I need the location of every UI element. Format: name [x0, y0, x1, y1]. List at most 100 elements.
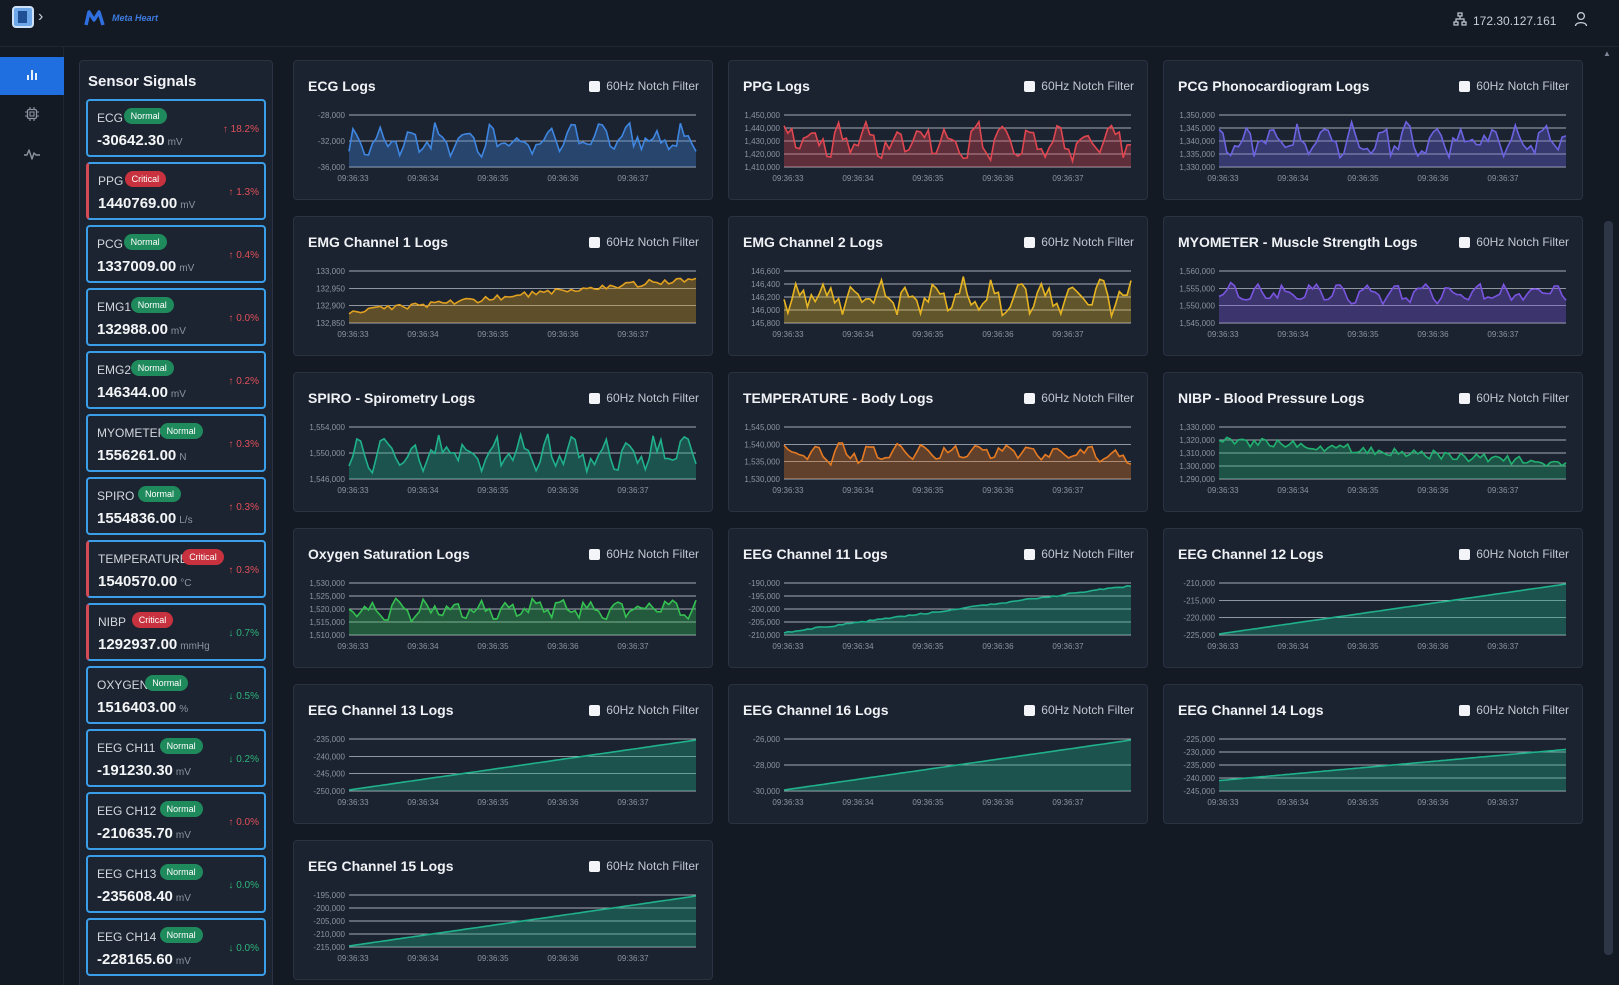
notch-filter-toggle[interactable]: 60Hz Notch Filter [589, 391, 699, 405]
y-tick-label: -210,000 [313, 930, 345, 939]
nav-signals[interactable] [0, 137, 64, 175]
x-tick-label: 09:36:36 [982, 330, 1014, 339]
chart-title: EEG Channel 11 Logs [743, 546, 888, 562]
sensor-value: -235608.40 [97, 888, 173, 905]
notch-filter-checkbox[interactable] [1024, 236, 1036, 248]
sensor-card[interactable]: EEG CH11 Normal -191230.30 mV ↓ 0.2% [86, 729, 266, 787]
sensor-card[interactable]: PCG Normal 1337009.00 mV ↑ 0.4% [86, 225, 266, 283]
notch-filter-checkbox[interactable] [589, 548, 601, 560]
sensor-card[interactable]: EEG CH12 Normal -210635.70 mV ↑ 0.0% [86, 792, 266, 850]
sensor-name: PPG [98, 174, 124, 188]
x-tick-label: 09:36:34 [407, 330, 439, 339]
x-tick-label: 09:36:35 [912, 330, 944, 339]
sensor-delta: ↓ 0.7% [228, 628, 259, 639]
app-logo-icon[interactable] [12, 6, 34, 28]
user-icon[interactable] [1574, 11, 1588, 32]
notch-filter-toggle[interactable]: 60Hz Notch Filter [589, 703, 699, 717]
x-tick-label: 09:36:37 [617, 330, 649, 339]
sensor-card[interactable]: MYOMETER Normal 1556261.00 N ↑ 0.3% [86, 414, 266, 472]
x-tick-label: 09:36:33 [337, 174, 369, 183]
sensor-value-row: 1556261.00 N [97, 447, 186, 464]
notch-filter-toggle[interactable]: 60Hz Notch Filter [1459, 547, 1569, 561]
notch-filter-checkbox[interactable] [589, 704, 601, 716]
scroll-thumb[interactable] [1604, 221, 1613, 955]
notch-filter-checkbox[interactable] [1459, 548, 1471, 560]
notch-filter-toggle[interactable]: 60Hz Notch Filter [1459, 235, 1569, 249]
notch-filter-checkbox[interactable] [589, 392, 601, 404]
chart-card: EEG Channel 13 Logs 60Hz Notch Filter -235… [293, 684, 713, 824]
brand-logo[interactable]: Meta Heart [84, 9, 158, 27]
notch-filter-toggle[interactable]: 60Hz Notch Filter [1024, 235, 1134, 249]
chart-title: SPIRO - Spirometry Logs [308, 390, 476, 406]
sensor-unit: mV [170, 326, 186, 337]
nav-devices[interactable] [0, 97, 64, 135]
notch-filter-label: 60Hz Notch Filter [1476, 79, 1569, 93]
y-tick-label: 1,520,000 [309, 605, 345, 614]
chevron-right-icon[interactable]: › [38, 8, 43, 26]
notch-filter-toggle[interactable]: 60Hz Notch Filter [1024, 703, 1134, 717]
chart-title: PPG Logs [743, 78, 810, 94]
sensor-value-row: -228165.60 mV [97, 951, 191, 968]
y-tick-label: 1,320,000 [1179, 436, 1215, 445]
y-tick-label: -205,000 [313, 917, 345, 926]
scroll-up-icon[interactable]: ▲ [1603, 49, 1611, 58]
sensor-card[interactable]: ECG Normal -30642.30 mV ↑ 18.2% [86, 99, 266, 157]
x-tick-label: 09:36:33 [337, 486, 369, 495]
y-tick-label: -26,000 [753, 735, 781, 744]
notch-filter-toggle[interactable]: 60Hz Notch Filter [1459, 79, 1569, 93]
nav-dashboard[interactable] [0, 57, 64, 95]
sensor-card[interactable]: TEMPERATURE Critical 1540570.00 °C ↑ 0.3% [86, 540, 266, 598]
notch-filter-toggle[interactable]: 60Hz Notch Filter [1024, 547, 1134, 561]
x-tick-label: 09:36:36 [547, 174, 579, 183]
notch-filter-checkbox[interactable] [1024, 80, 1036, 92]
notch-filter-toggle[interactable]: 60Hz Notch Filter [589, 79, 699, 93]
sensor-delta-value: 0.2% [236, 376, 259, 387]
notch-filter-checkbox[interactable] [1459, 80, 1471, 92]
notch-filter-checkbox[interactable] [1459, 236, 1471, 248]
y-tick-label: 1,510,000 [309, 631, 345, 640]
notch-filter-toggle[interactable]: 60Hz Notch Filter [1024, 79, 1134, 93]
sensor-card[interactable]: EEG CH13 Normal -235608.40 mV ↓ 0.0% [86, 855, 266, 913]
x-tick-label: 09:36:37 [1487, 642, 1519, 651]
notch-filter-checkbox[interactable] [1459, 704, 1471, 716]
sensor-card[interactable]: EMG2 Normal 146344.00 mV ↑ 0.2% [86, 351, 266, 409]
sensor-delta: ↑ 0.3% [228, 502, 259, 513]
y-tick-label: 146,200 [751, 293, 780, 302]
sensor-card[interactable]: EMG1 Normal 132988.00 mV ↑ 0.0% [86, 288, 266, 346]
notch-filter-toggle[interactable]: 60Hz Notch Filter [1459, 703, 1569, 717]
notch-filter-toggle[interactable]: 60Hz Notch Filter [589, 235, 699, 249]
sensor-value-row: 1292937.00 mmHg [98, 636, 210, 653]
x-tick-label: 09:36:34 [1277, 330, 1309, 339]
y-tick-label: -195,000 [748, 592, 780, 601]
sensor-card[interactable]: EEG CH14 Normal -228165.60 mV ↓ 0.0% [86, 918, 266, 976]
sensor-delta: ↑ 1.3% [228, 187, 259, 198]
status-badge: Critical [124, 171, 167, 187]
notch-filter-checkbox[interactable] [1459, 392, 1471, 404]
y-tick-label: 145,800 [751, 319, 780, 328]
sensor-card[interactable]: OXYGEN Normal 1516403.00% ↓ 0.5% [86, 666, 266, 724]
x-tick-label: 09:36:34 [407, 954, 439, 963]
y-tick-label: 132,900 [316, 302, 345, 311]
notch-filter-toggle[interactable]: 60Hz Notch Filter [589, 547, 699, 561]
x-tick-label: 09:36:34 [842, 330, 874, 339]
notch-filter-checkbox[interactable] [589, 236, 601, 248]
notch-filter-checkbox[interactable] [1024, 548, 1036, 560]
notch-filter-checkbox[interactable] [1024, 704, 1036, 716]
x-tick-label: 09:36:35 [477, 330, 509, 339]
notch-filter-toggle[interactable]: 60Hz Notch Filter [1459, 391, 1569, 405]
sensor-value: 1292937.00 [98, 636, 178, 653]
sensor-card[interactable]: SPIRO Normal 1554836.00 L/s ↑ 0.3% [86, 477, 266, 535]
sensor-card[interactable]: NIBP Critical 1292937.00 mmHg ↓ 0.7% [86, 603, 266, 661]
notch-filter-checkbox[interactable] [589, 80, 601, 92]
x-tick-label: 09:36:34 [407, 486, 439, 495]
chart-title: EEG Channel 14 Logs [1178, 702, 1324, 718]
chart-card: ECG Logs 60Hz Notch Filter -28,000 -32,000-… [293, 60, 713, 200]
page-scrollbar[interactable]: ▲ [1602, 47, 1614, 985]
status-badge: Normal [159, 738, 203, 754]
notch-filter-toggle[interactable]: 60Hz Notch Filter [1024, 391, 1134, 405]
sensor-card[interactable]: PPG Critical 1440769.00 mV ↑ 1.3% [86, 162, 266, 220]
notch-filter-checkbox[interactable] [589, 860, 601, 872]
chart-card: EEG Channel 16 Logs 60Hz Notch Filter -26,… [728, 684, 1148, 824]
notch-filter-checkbox[interactable] [1024, 392, 1036, 404]
notch-filter-toggle[interactable]: 60Hz Notch Filter [589, 859, 699, 873]
